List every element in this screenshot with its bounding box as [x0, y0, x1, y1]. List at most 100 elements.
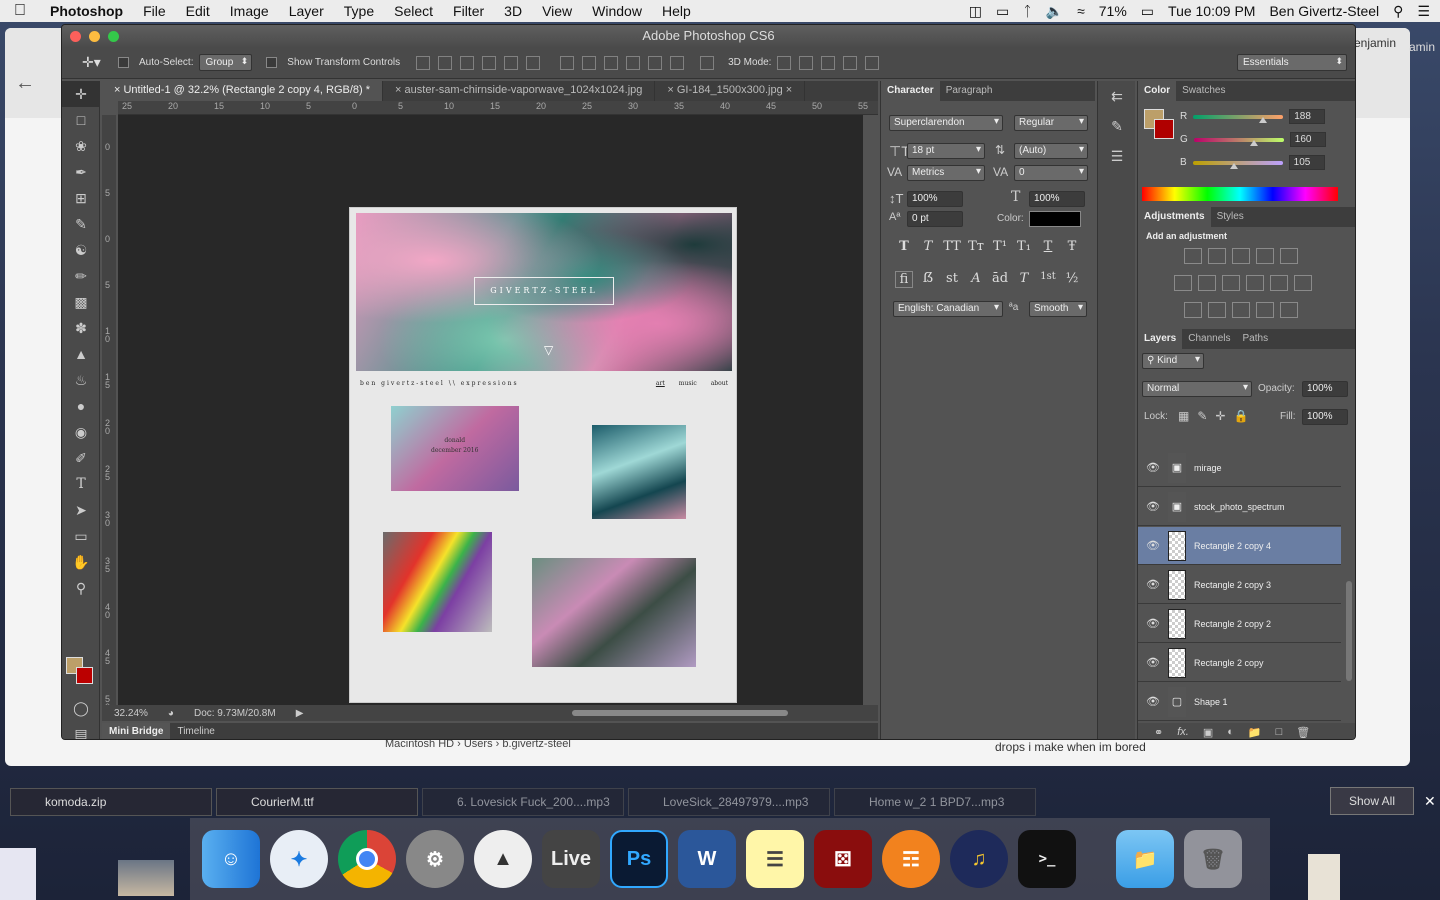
distribute-right-icon[interactable]: [670, 55, 685, 70]
curves-icon[interactable]: [1232, 248, 1250, 264]
back-arrow-icon[interactable]: ←: [15, 72, 35, 95]
black-white-icon[interactable]: [1246, 275, 1264, 291]
eye-icon[interactable]: 👁: [1138, 695, 1168, 708]
exposure-icon[interactable]: [1256, 248, 1274, 264]
blue-slider[interactable]: [1192, 160, 1283, 169]
stylistic-alternates-button[interactable]: st: [943, 271, 961, 288]
download-item[interactable]: 6. Lovesick Fuck_200....mp3: [422, 788, 624, 816]
eye-icon[interactable]: 👁: [1138, 617, 1168, 630]
trash-icon[interactable]: 🗑: [1296, 726, 1310, 739]
tab-timeline[interactable]: Timeline: [170, 723, 221, 739]
new-group-icon[interactable]: 📁: [1248, 726, 1262, 739]
3d-roll-icon[interactable]: [799, 55, 814, 70]
language-select[interactable]: English: Canadian: [893, 301, 1003, 317]
paint-bucket-tool-icon[interactable]: ♨: [62, 367, 100, 393]
threshold-icon[interactable]: [1232, 302, 1250, 318]
ableton-live-icon[interactable]: Live: [542, 830, 600, 888]
align-hcenter-icon[interactable]: [504, 55, 519, 70]
font-style-select[interactable]: Regular: [1014, 115, 1088, 131]
tab-styles[interactable]: Styles: [1211, 207, 1250, 227]
system-preferences-icon[interactable]: ⚙: [406, 830, 464, 888]
hue-saturation-icon[interactable]: [1198, 275, 1216, 291]
healing-brush-tool-icon[interactable]: ☯: [62, 237, 100, 263]
distribute-top-icon[interactable]: [560, 55, 575, 70]
opacity-field[interactable]: 100%: [1302, 381, 1348, 397]
crop-tool-icon[interactable]: ⊞: [62, 185, 100, 211]
bluetooth-icon[interactable]: ᛏ: [1023, 3, 1031, 19]
download-item[interactable]: CourierM.ttf: [216, 788, 418, 816]
user-name[interactable]: Ben Givertz-Steel: [1269, 3, 1379, 19]
wifi-icon[interactable]: ≈: [1077, 3, 1085, 19]
fx-icon[interactable]: fx.: [1177, 726, 1189, 738]
tab-vaporwave[interactable]: × auster-sam-chirnside-vaporwave_1024x10…: [383, 81, 656, 101]
battery-icon[interactable]: ▭: [1141, 3, 1154, 20]
3d-scale-icon[interactable]: [865, 55, 880, 70]
eye-icon[interactable]: 👁: [1138, 500, 1168, 513]
color-panel-bg-swatch[interactable]: [1154, 119, 1174, 139]
align-right-icon[interactable]: [526, 55, 541, 70]
chrome-icon[interactable]: [338, 830, 396, 888]
menu-image[interactable]: Image: [220, 3, 279, 19]
eye-icon[interactable]: 👁: [1138, 656, 1168, 669]
align-top-icon[interactable]: [416, 55, 431, 70]
downloads-folder-icon[interactable]: 📁: [1116, 830, 1174, 888]
canvas-area[interactable]: GIVERTZ-STEEL ▽ ben givertz-steel \\ exp…: [118, 115, 863, 705]
gradient-map-icon[interactable]: [1280, 302, 1298, 318]
minimize-button[interactable]: [89, 31, 100, 42]
brush-tool-icon[interactable]: ✏: [62, 263, 100, 289]
font-family-select[interactable]: Superclarendon: [889, 115, 1003, 131]
zoom-tool-icon[interactable]: ⚲: [62, 575, 100, 601]
layer-row[interactable]: 👁 ▢ Shape 1: [1138, 683, 1341, 721]
layer-row-selected[interactable]: 👁 Rectangle 2 copy 4: [1138, 527, 1341, 565]
horizontal-scale-field[interactable]: 100%: [1029, 191, 1085, 207]
auto-align-icon[interactable]: [700, 55, 715, 70]
layer-row[interactable]: 👁 ▣ mirage: [1138, 449, 1341, 487]
vibrance-icon[interactable]: [1174, 275, 1192, 291]
color-spectrum-bar[interactable]: [1142, 187, 1338, 201]
faux-italic-button[interactable]: T: [919, 239, 937, 254]
tab-adjustments[interactable]: Adjustments: [1138, 207, 1211, 227]
download-item[interactable]: LoveSick_28497979....mp3: [628, 788, 830, 816]
path-select-tool-icon[interactable]: ➤: [62, 497, 100, 523]
tab-swatches[interactable]: Swatches: [1176, 81, 1231, 101]
tab-mini-bridge[interactable]: Mini Bridge: [102, 723, 171, 739]
contextual-alternates-button[interactable]: T: [1015, 271, 1033, 288]
posterize-icon[interactable]: [1208, 302, 1226, 318]
invert-icon[interactable]: [1184, 302, 1202, 318]
auto-select-dropdown[interactable]: Group: [199, 54, 253, 71]
menu-layer[interactable]: Layer: [279, 3, 334, 19]
ibooks-icon[interactable]: ☶: [882, 830, 940, 888]
blur-tool-icon[interactable]: ●: [62, 393, 100, 419]
eye-icon[interactable]: 👁: [1138, 539, 1168, 552]
layer-row[interactable]: 👁 ▣ stock_photo_spectrum: [1138, 488, 1341, 526]
brightness-contrast-icon[interactable]: [1184, 248, 1202, 264]
blend-mode-select[interactable]: Normal: [1142, 381, 1252, 397]
audacity-icon[interactable]: ♫: [950, 830, 1008, 888]
workspace-dropdown[interactable]: Essentials: [1237, 54, 1347, 71]
tracking-field[interactable]: 0: [1014, 165, 1088, 181]
distribute-hcenter-icon[interactable]: [648, 55, 663, 70]
status-menu-arrow-icon[interactable]: ▶: [296, 708, 304, 719]
zoom-button[interactable]: [108, 31, 119, 42]
fill-field[interactable]: 100%: [1302, 409, 1348, 425]
move-tool-icon[interactable]: ✛: [62, 81, 100, 107]
link-layers-icon[interactable]: ⚭: [1154, 726, 1163, 739]
menu-view[interactable]: View: [532, 3, 582, 19]
clock[interactable]: Tue 10:09 PM: [1168, 3, 1255, 19]
ordinals-button[interactable]: 1st: [1039, 271, 1057, 288]
strikethrough-button[interactable]: Ŧ: [1063, 239, 1081, 254]
menu-window[interactable]: Window: [582, 3, 652, 19]
selective-color-icon[interactable]: [1256, 302, 1274, 318]
dodge-tool-icon[interactable]: ◉: [62, 419, 100, 445]
ligatures-button[interactable]: fi: [895, 271, 913, 288]
doc-size[interactable]: Doc: 9.73M/20.8M: [194, 708, 276, 719]
subscript-button[interactable]: T₁: [1015, 239, 1033, 254]
layer-row[interactable]: 👁 Rectangle 2 copy: [1138, 644, 1341, 682]
download-item[interactable]: komoda.zip: [10, 788, 212, 816]
tab-layers[interactable]: Layers: [1138, 329, 1183, 349]
baseline-shift-field[interactable]: 0 pt: [907, 211, 963, 227]
tab-character[interactable]: Character: [881, 81, 940, 101]
type-tool-icon[interactable]: T: [62, 471, 100, 497]
close-button[interactable]: [70, 31, 81, 42]
airplay-icon[interactable]: ▭: [996, 3, 1009, 20]
